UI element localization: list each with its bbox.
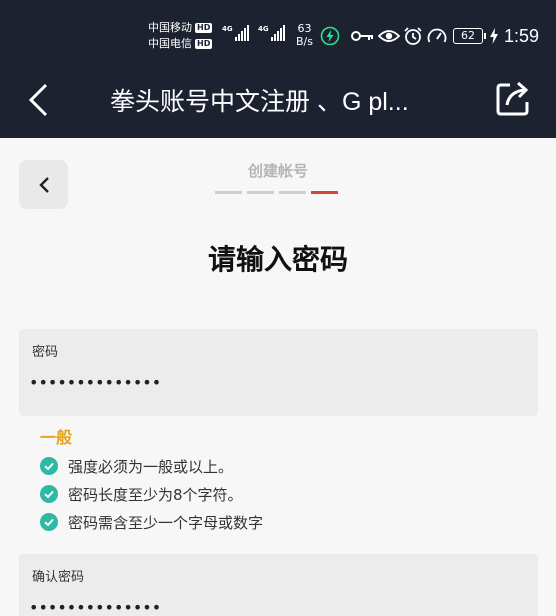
network-speed-unit: B/s (296, 35, 313, 48)
network-type-label: 4G (222, 25, 233, 33)
charging-bolt-icon (488, 26, 500, 46)
key-icon (351, 26, 375, 46)
carrier-name: 中国电信 (148, 37, 192, 50)
nav-back-button[interactable] (18, 80, 58, 120)
password-strength: 一般 (40, 428, 73, 447)
confirm-password-label: 确认密码 (32, 570, 85, 585)
check-circle-icon (40, 513, 58, 531)
registration-form: 创建帐号 请输入密码 密码 一般 强度必须为一般或以上。 密码长度至少为8个字符… (0, 138, 556, 616)
battery-icon: 62 (453, 28, 486, 44)
step-indicator (215, 191, 338, 194)
step-segment-active (311, 191, 338, 194)
rule-text: 密码长度至少为8个字符。 (68, 485, 243, 504)
eye-icon (378, 26, 400, 46)
confirm-password-input[interactable] (29, 594, 509, 616)
password-label: 密码 (32, 345, 59, 360)
signal-strength-icon: 4G (258, 25, 285, 41)
carrier-info: 中国移动 HD 中国电信 HD (148, 20, 213, 52)
password-rule: 强度必须为一般或以上。 (40, 452, 263, 480)
carrier-row-2: 中国电信 HD (148, 36, 213, 52)
form-back-button[interactable] (19, 160, 68, 209)
carrier-name: 中国移动 (148, 21, 192, 34)
rule-text: 强度必须为一般或以上。 (68, 457, 234, 476)
title-bar: 拳头账号中文注册 、G pl... (0, 62, 556, 138)
step-segment (279, 191, 306, 194)
step-segment (215, 191, 242, 194)
clock: 1:59 (504, 26, 540, 46)
hd-badge: HD (195, 39, 213, 49)
password-rule: 密码需含至少一个字母或数字 (40, 508, 263, 536)
step-label: 创建帐号 (247, 162, 308, 180)
step-segment (247, 191, 274, 194)
carrier-row-1: 中国移动 HD (148, 20, 213, 36)
share-icon (496, 81, 529, 116)
signal-strength-icon: 4G (222, 25, 249, 41)
confirm-password-field[interactable]: 确认密码 (19, 554, 538, 616)
status-bar: 中国移动 HD 中国电信 HD 4G 4G 63 B/s 62 1:59 (0, 0, 556, 62)
charging-icon (320, 26, 340, 46)
share-button[interactable] (492, 78, 534, 120)
check-circle-icon (40, 457, 58, 475)
password-rules: 强度必须为一般或以上。 密码长度至少为8个字符。 密码需含至少一个字母或数字 (40, 452, 263, 536)
alarm-icon (403, 26, 423, 46)
page-title: 拳头账号中文注册 、G pl... (110, 88, 409, 116)
network-speed-value: 63 (297, 22, 312, 35)
hd-badge: HD (195, 23, 213, 33)
password-input[interactable] (29, 369, 509, 395)
form-heading: 请输入密码 (207, 243, 348, 276)
password-rule: 密码长度至少为8个字符。 (40, 480, 263, 508)
network-type-label: 4G (258, 25, 269, 33)
chevron-left-icon (38, 176, 49, 193)
back-arrow-icon (28, 83, 48, 117)
check-circle-icon (40, 485, 58, 503)
network-speed: 63 B/s (296, 22, 313, 48)
rule-text: 密码需含至少一个字母或数字 (68, 513, 264, 532)
password-field[interactable]: 密码 (19, 329, 538, 416)
speedometer-icon (427, 26, 447, 46)
